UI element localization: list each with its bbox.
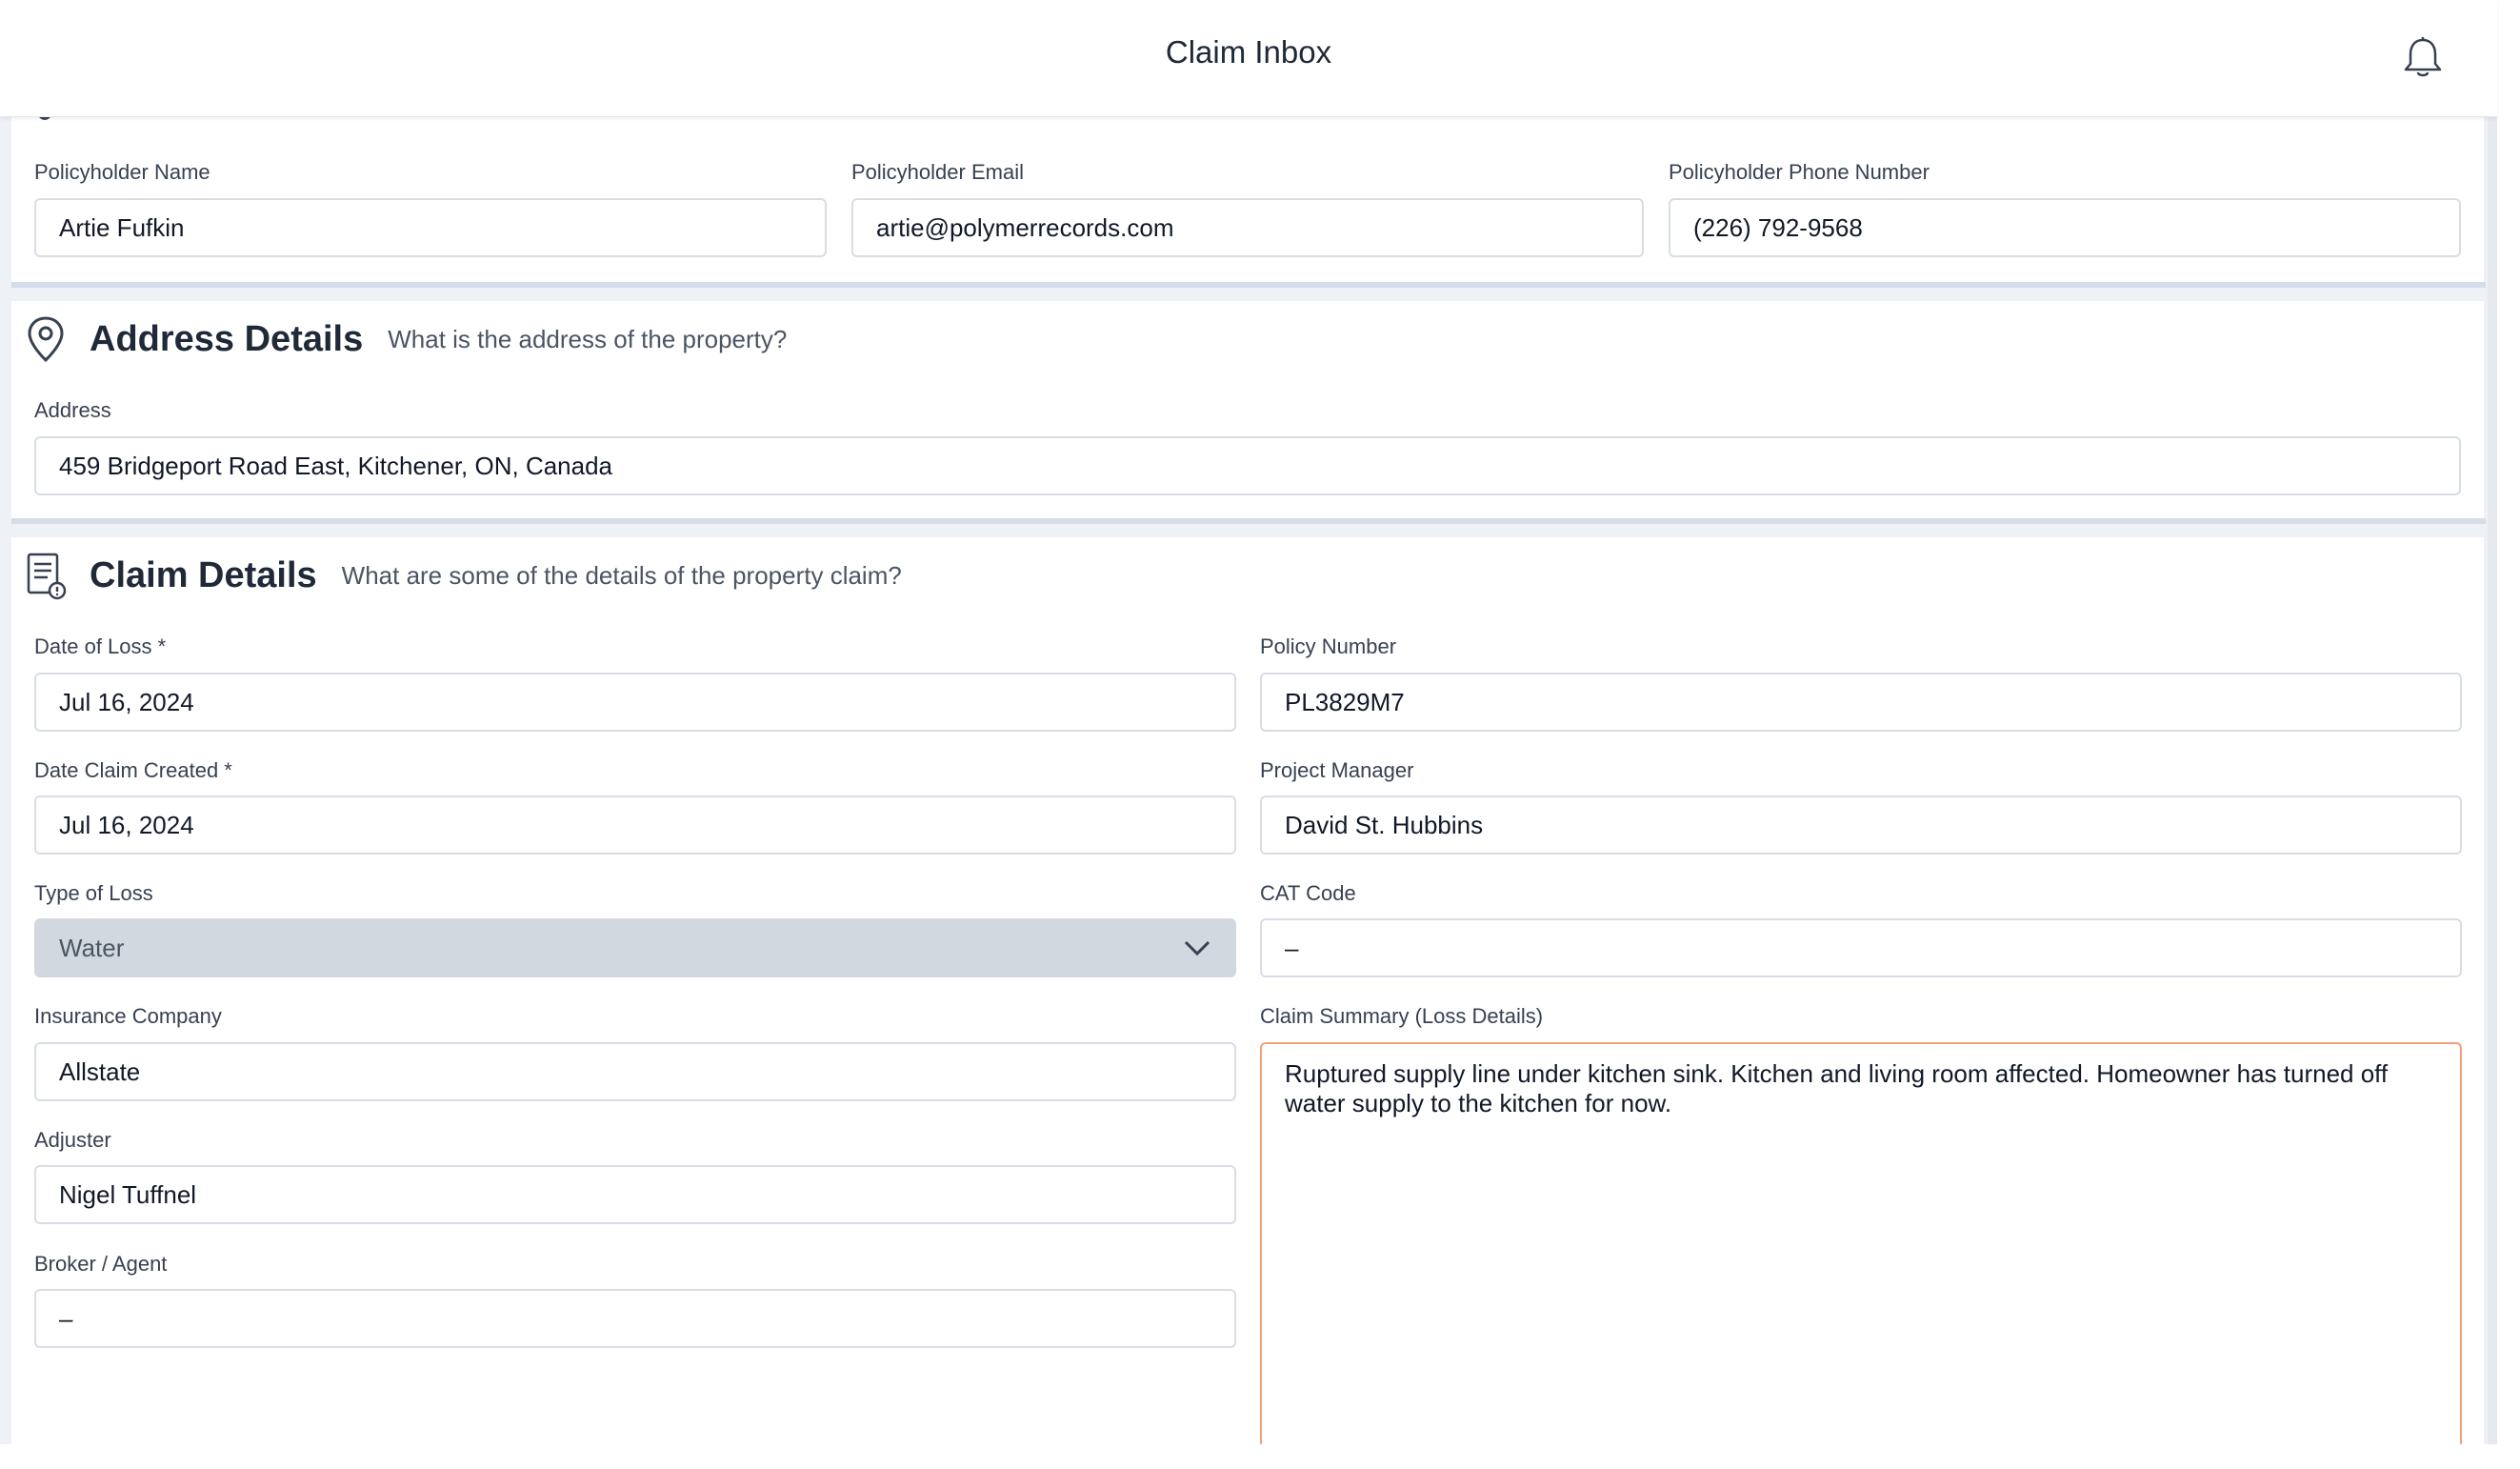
app-header: Claim Inbox <box>0 0 2497 117</box>
date-of-loss-label: Date of Loss * <box>34 634 167 658</box>
address-section-header: Address Details What is the address of t… <box>25 311 787 368</box>
adjuster-label: Adjuster <box>34 1128 111 1152</box>
section-divider <box>11 282 2486 288</box>
person-icon <box>38 116 51 120</box>
date-of-loss-field[interactable]: Jul 16, 2024 <box>34 673 1236 732</box>
address-label: Address <box>34 398 111 422</box>
policyholder-email-field[interactable]: artie@polymerrecords.com <box>851 198 1644 257</box>
page-title: Claim Inbox <box>1165 34 1332 70</box>
document-icon <box>27 553 67 600</box>
page-bottom-edge <box>0 1444 2520 1469</box>
policyholder-email-label: Policyholder Email <box>851 160 1024 184</box>
scrollbar-track[interactable] <box>2488 0 2497 1444</box>
project-manager-label: Project Manager <box>1260 758 1414 782</box>
claim-summary-textarea[interactable]: Ruptured supply line under kitchen sink.… <box>1260 1042 2462 1444</box>
claim-section-subtitle: What are some of the details of the prop… <box>341 560 902 590</box>
claim-summary-label: Claim Summary (Loss Details) <box>1260 1004 1544 1028</box>
cat-code-label: CAT Code <box>1260 881 1356 905</box>
type-of-loss-value: Water <box>59 933 125 962</box>
policyholder-name-field[interactable]: Artie Fufkin <box>34 198 827 257</box>
broker-agent-label: Broker / Agent <box>34 1252 168 1276</box>
section-divider <box>11 518 2486 524</box>
insurance-company-field[interactable]: Allstate <box>34 1042 1236 1101</box>
policyholder-name-label: Policyholder Name <box>34 160 210 184</box>
policy-number-field[interactable]: PL3829M7 <box>1260 673 2462 732</box>
address-field[interactable]: 459 Bridgeport Road East, Kitchener, ON,… <box>34 436 2461 495</box>
policy-number-label: Policy Number <box>1260 634 1397 658</box>
policyholder-phone-label: Policyholder Phone Number <box>1669 160 1930 184</box>
claim-section-title: Claim Details <box>90 554 317 595</box>
claim-section-header: Claim Details What are some of the detai… <box>25 547 902 604</box>
chevron-down-icon[interactable] <box>1183 938 1211 957</box>
map-pin-icon <box>28 316 64 363</box>
cat-code-field[interactable]: – <box>1260 918 2462 977</box>
date-claim-created-field[interactable]: Jul 16, 2024 <box>34 795 1236 855</box>
bell-icon[interactable] <box>2402 36 2444 80</box>
adjuster-field[interactable]: Nigel Tuffnel <box>34 1165 1236 1224</box>
project-manager-field[interactable]: David St. Hubbins <box>1260 795 2462 855</box>
type-of-loss-label: Type of Loss <box>34 881 153 905</box>
address-section-subtitle: What is the address of the property? <box>388 324 788 353</box>
form-scroll-area[interactable]: Policyholder Name Artie Fufkin Policyhol… <box>0 116 2497 1444</box>
address-section-title: Address Details <box>90 318 364 359</box>
type-of-loss-select[interactable]: Water <box>34 918 1236 977</box>
broker-agent-field[interactable]: – <box>34 1289 1236 1348</box>
date-claim-created-label: Date Claim Created * <box>34 758 232 782</box>
insurance-company-label: Insurance Company <box>34 1004 222 1028</box>
policyholder-phone-field[interactable]: (226) 792-9568 <box>1669 198 2461 257</box>
